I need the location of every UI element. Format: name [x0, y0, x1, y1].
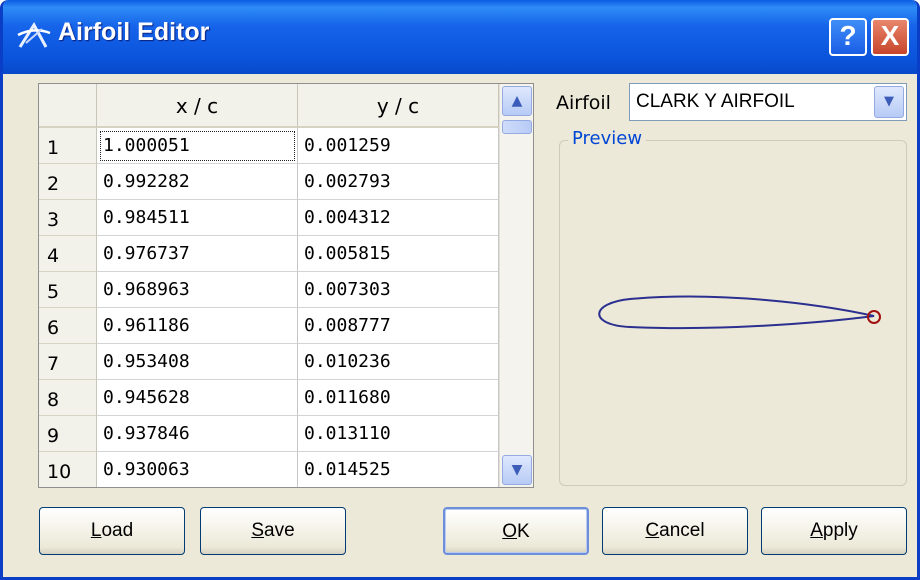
table-row[interactable]: 7 0.953408 0.010236: [39, 344, 499, 380]
cell-x-over-c[interactable]: 0.961186: [97, 308, 298, 344]
coordinates-table[interactable]: x / c y / c 1 1.000051 0.001259 2 0.992282 0.…: [38, 83, 534, 488]
cell-y-over-c[interactable]: 0.014525: [298, 452, 499, 487]
cancel-label: ancel: [659, 520, 705, 541]
help-button[interactable]: ?: [829, 18, 867, 56]
chevron-up-icon: ▲: [511, 93, 523, 109]
row-header[interactable]: 6: [39, 308, 97, 344]
apply-button[interactable]: Apply: [761, 507, 907, 555]
row-header[interactable]: 3: [39, 200, 97, 236]
vertical-scrollbar[interactable]: ▲ ▼: [499, 84, 533, 487]
airfoil-outline: [598, 295, 875, 330]
corner-header[interactable]: [39, 84, 97, 128]
cancel-mnemonic: C: [645, 520, 660, 541]
row-header[interactable]: 8: [39, 380, 97, 416]
ok-mnemonic: O: [502, 521, 518, 542]
window-title: Airfoil Editor: [58, 18, 210, 46]
table-row[interactable]: 1 1.000051 0.001259: [39, 128, 499, 164]
table-row[interactable]: 4 0.976737 0.005815: [39, 236, 499, 272]
chevron-down-icon: ▼: [884, 94, 894, 109]
row-header[interactable]: 2: [39, 164, 97, 200]
scroll-up-button[interactable]: ▲: [502, 86, 532, 116]
cell-y-over-c[interactable]: 0.002793: [298, 164, 499, 200]
row-header[interactable]: 4: [39, 236, 97, 272]
cell-x-over-c[interactable]: 0.930063: [97, 452, 298, 487]
cell-y-over-c[interactable]: 0.011680: [298, 380, 499, 416]
table-row[interactable]: 3 0.984511 0.004312: [39, 200, 499, 236]
load-label: oad: [101, 520, 134, 541]
save-button[interactable]: Save: [200, 507, 346, 555]
cell-x-over-c[interactable]: 0.976737: [97, 236, 298, 272]
cell-y-over-c[interactable]: 0.008777: [298, 308, 499, 344]
preview-title: Preview: [568, 128, 647, 149]
airfoil-dropdown[interactable]: CLARK Y AIRFOIL ▼: [629, 83, 907, 121]
airfoil-preview-plot: [598, 295, 881, 330]
cancel-button[interactable]: Cancel: [602, 507, 748, 555]
row-header[interactable]: 5: [39, 272, 97, 308]
apply-label: pply: [822, 520, 858, 541]
cell-x-over-c[interactable]: 0.937846: [97, 416, 298, 452]
cell-y-over-c[interactable]: 0.001259: [298, 128, 499, 164]
ok-button[interactable]: OK: [443, 507, 589, 555]
airfoil-app-icon: [17, 22, 51, 48]
table-row[interactable]: 6 0.961186 0.008777: [39, 308, 499, 344]
column-header-y[interactable]: y / c: [298, 84, 499, 128]
cell-x-over-c[interactable]: 0.968963: [97, 272, 298, 308]
cell-x-over-c[interactable]: 0.953408: [97, 344, 298, 380]
airfoil-label: Airfoil: [556, 92, 611, 114]
airfoil-editor-window: Airfoil Editor ? X x / c y / c 1 1.000051…: [0, 0, 920, 580]
apply-mnemonic: A: [810, 520, 823, 541]
cell-y-over-c[interactable]: 0.004312: [298, 200, 499, 236]
table-row[interactable]: 10 0.930063 0.014525: [39, 452, 499, 487]
cell-y-over-c[interactable]: 0.013110: [298, 416, 499, 452]
scroll-thumb[interactable]: [502, 120, 532, 134]
row-header[interactable]: 10: [39, 452, 97, 487]
row-header[interactable]: 9: [39, 416, 97, 452]
cell-x-over-c[interactable]: 0.945628: [97, 380, 298, 416]
column-header-x[interactable]: x / c: [97, 84, 298, 128]
title-bar[interactable]: Airfoil Editor ? X: [3, 0, 917, 74]
load-button[interactable]: Load: [39, 507, 185, 555]
row-header[interactable]: 7: [39, 344, 97, 380]
close-button[interactable]: X: [871, 18, 909, 56]
row-header[interactable]: 1: [39, 128, 97, 164]
save-label: ave: [264, 520, 295, 541]
cell-y-over-c[interactable]: 0.007303: [298, 272, 499, 308]
table-row[interactable]: 8 0.945628 0.011680: [39, 380, 499, 416]
table-row[interactable]: 2 0.992282 0.002793: [39, 164, 499, 200]
cell-x-over-c[interactable]: 0.984511: [97, 200, 298, 236]
cell-x-over-c[interactable]: 0.992282: [97, 164, 298, 200]
airfoil-selected-value: CLARK Y AIRFOIL: [636, 91, 795, 112]
table-row[interactable]: 5 0.968963 0.007303: [39, 272, 499, 308]
preview-group: [559, 140, 907, 486]
dropdown-arrow-button[interactable]: ▼: [874, 86, 904, 118]
save-mnemonic: S: [251, 520, 265, 541]
chevron-down-icon: ▼: [511, 462, 523, 478]
scroll-down-button[interactable]: ▼: [502, 455, 532, 485]
cell-y-over-c[interactable]: 0.005815: [298, 236, 499, 272]
cell-y-over-c[interactable]: 0.010236: [298, 344, 499, 380]
ok-label: K: [517, 521, 530, 542]
cell-x-over-c[interactable]: 1.000051: [97, 128, 298, 164]
load-mnemonic: L: [90, 520, 102, 541]
table-row[interactable]: 9 0.937846 0.013110: [39, 416, 499, 452]
